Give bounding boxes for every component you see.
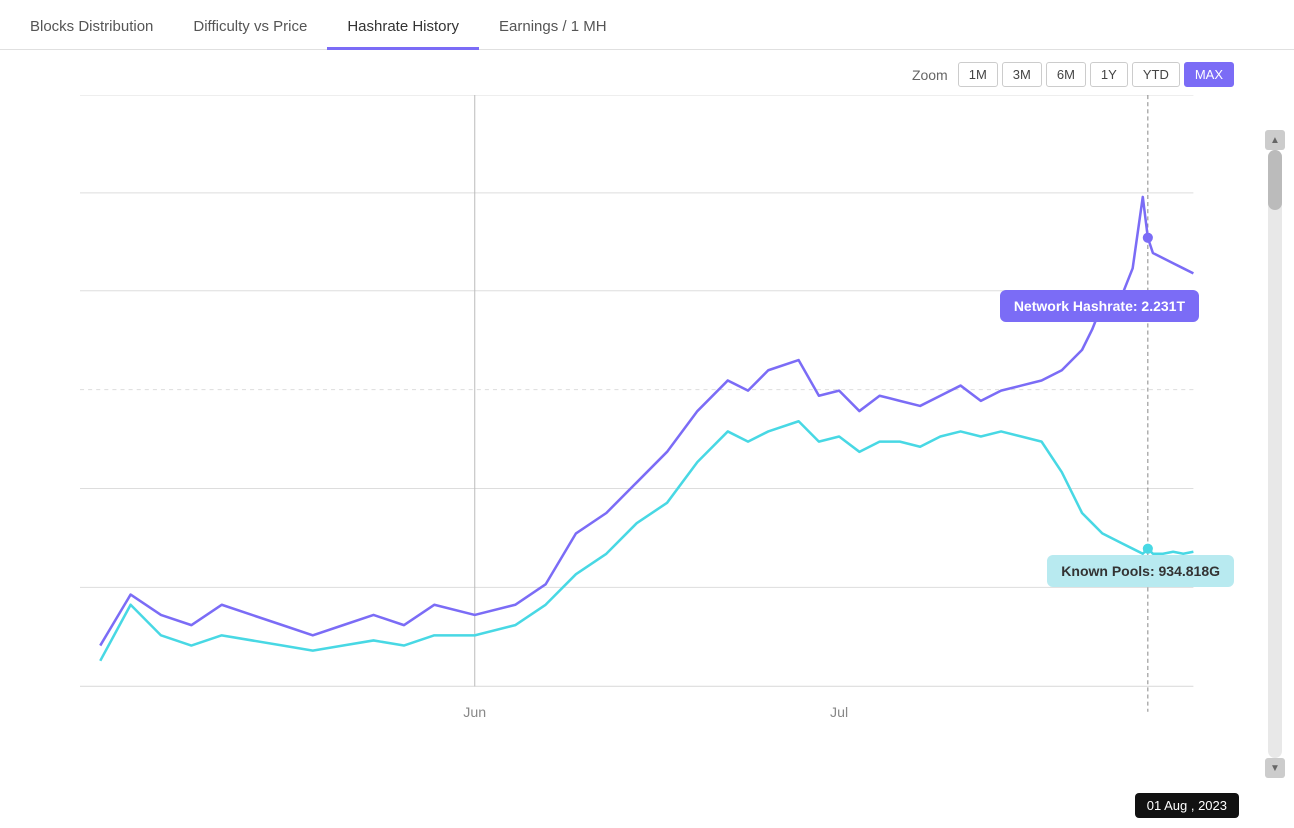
svg-text:Jul: Jul bbox=[830, 705, 848, 721]
tab-earnings-1mh[interactable]: Earnings / 1 MH bbox=[479, 6, 627, 50]
zoom-6m-button[interactable]: 6M bbox=[1046, 62, 1086, 87]
tab-hashrate-history[interactable]: Hashrate History bbox=[327, 6, 479, 50]
scrollbar[interactable]: ▲ ▼ bbox=[1266, 130, 1284, 778]
zoom-ytd-button[interactable]: YTD bbox=[1132, 62, 1180, 87]
scrollbar-track[interactable] bbox=[1268, 150, 1282, 758]
tab-bar: Blocks Distribution Difficulty vs Price … bbox=[0, 0, 1294, 50]
scroll-up-button[interactable]: ▲ bbox=[1265, 130, 1285, 150]
zoom-label: Zoom bbox=[912, 67, 948, 83]
date-label: 01 Aug , 2023 bbox=[1135, 793, 1239, 818]
zoom-1y-button[interactable]: 1Y bbox=[1090, 62, 1128, 87]
zoom-max-button[interactable]: MAX bbox=[1184, 62, 1234, 87]
scroll-down-button[interactable]: ▼ bbox=[1265, 758, 1285, 778]
zoom-3m-button[interactable]: 3M bbox=[1002, 62, 1042, 87]
zoom-bar: Zoom 1M 3M 6M 1Y YTD MAX bbox=[0, 50, 1294, 95]
scrollbar-thumb[interactable] bbox=[1268, 150, 1282, 210]
svg-text:Jun: Jun bbox=[463, 705, 486, 721]
zoom-1m-button[interactable]: 1M bbox=[958, 62, 998, 87]
chart-svg: 0 500G 1T 1.5T 2T 2.5T 3T Jun Jul bbox=[80, 95, 1244, 788]
app-container: Blocks Distribution Difficulty vs Price … bbox=[0, 0, 1294, 827]
chart-area: Zoom 1M 3M 6M 1Y YTD MAX 0 500G 1T bbox=[0, 50, 1294, 828]
tab-difficulty-vs-price[interactable]: Difficulty vs Price bbox=[173, 6, 327, 50]
chart-wrapper: 0 500G 1T 1.5T 2T 2.5T 3T Jun Jul bbox=[0, 95, 1294, 828]
tab-blocks-distribution[interactable]: Blocks Distribution bbox=[10, 6, 173, 50]
